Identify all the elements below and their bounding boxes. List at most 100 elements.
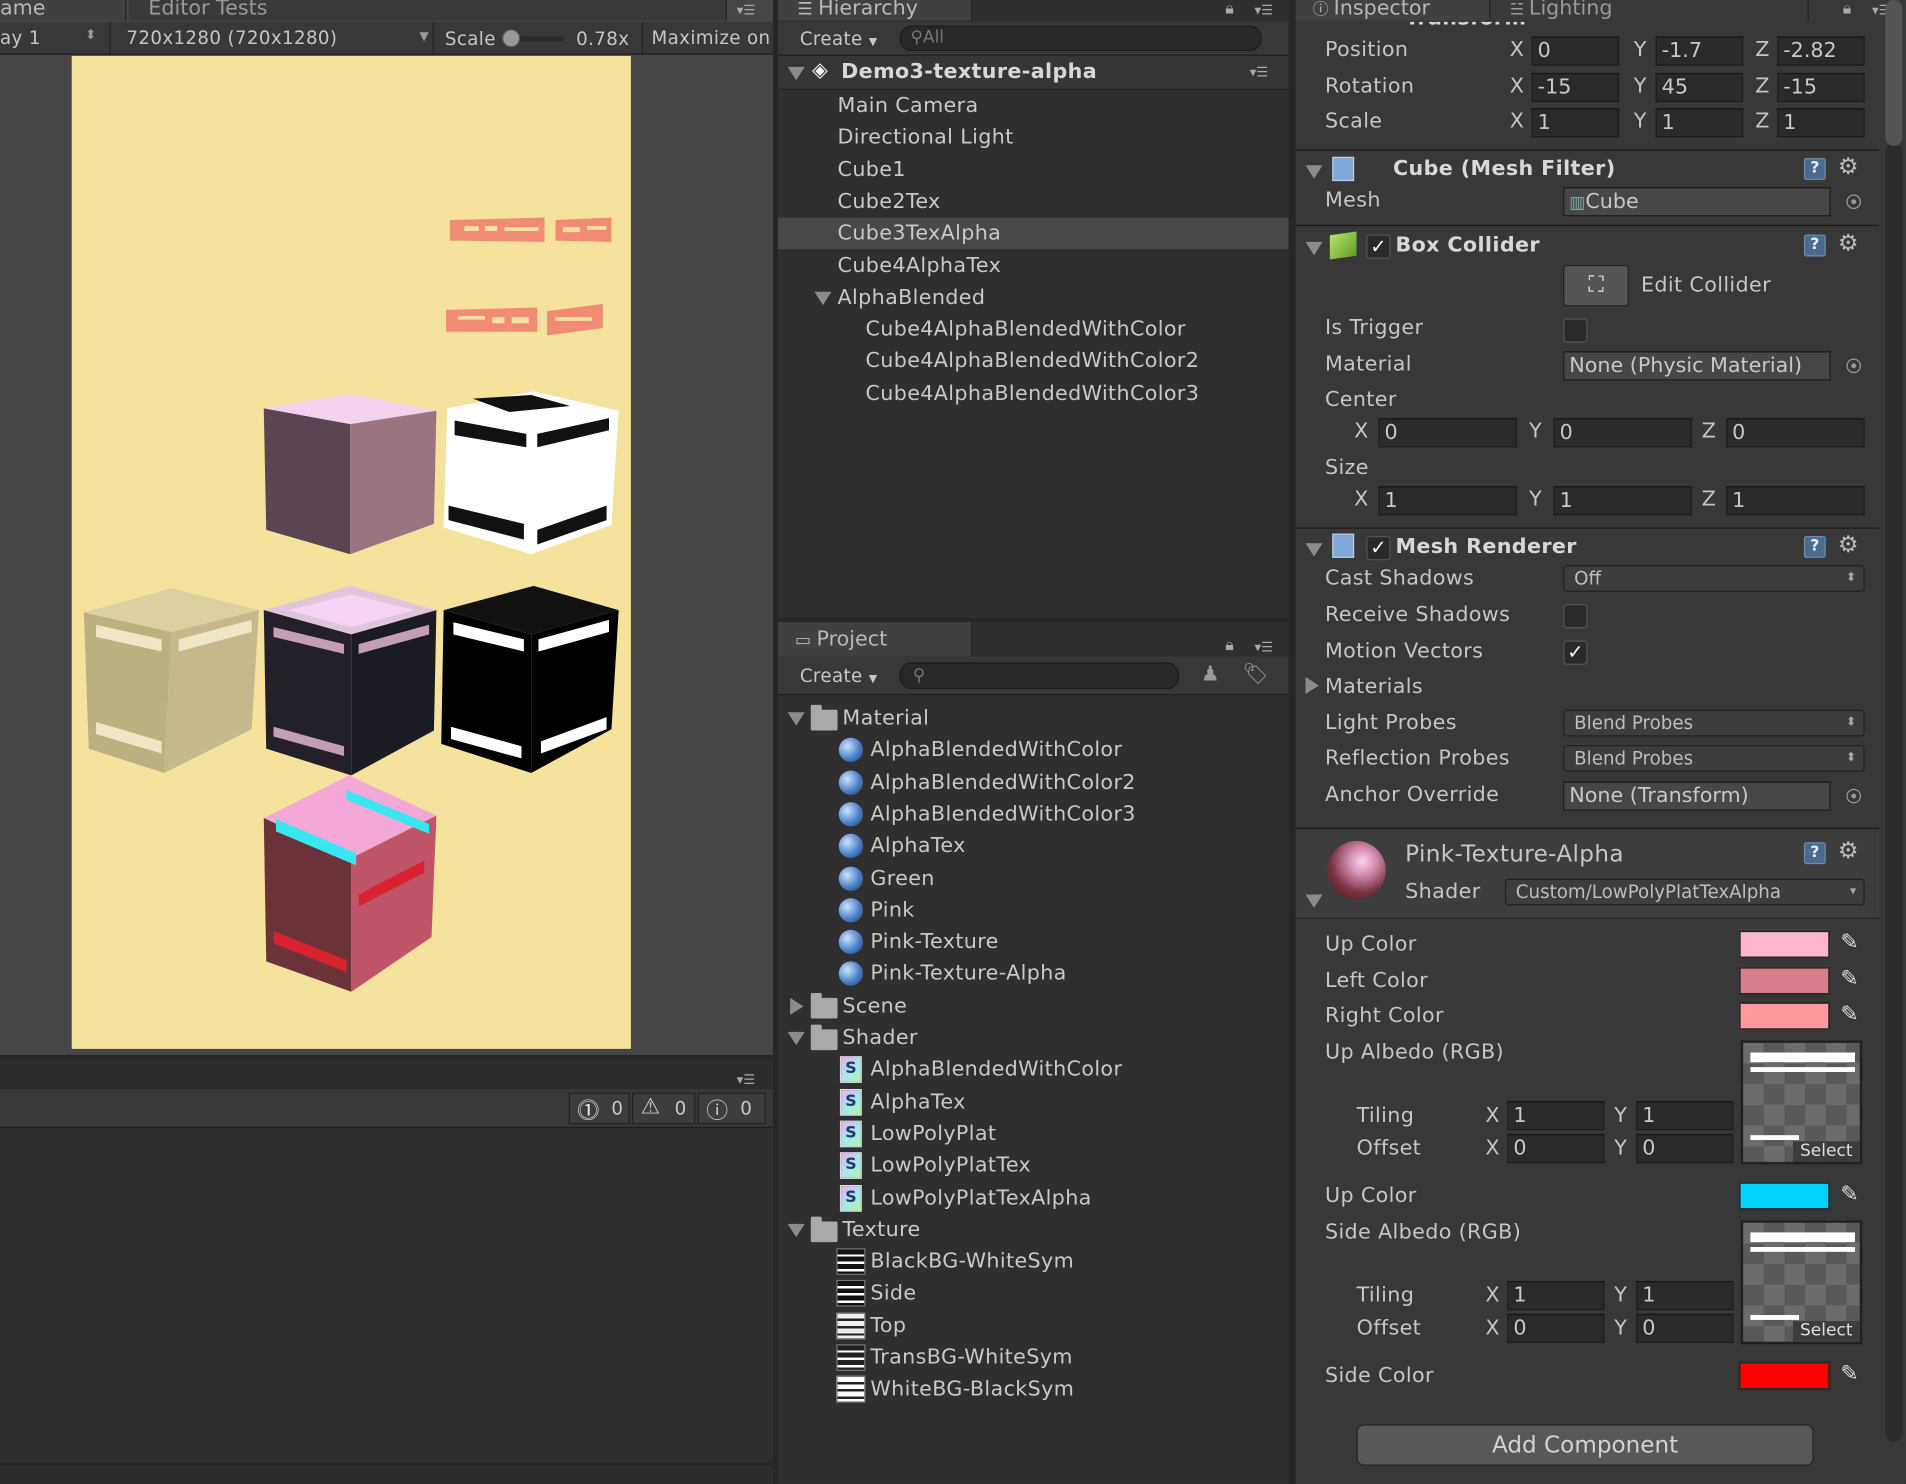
mesh-renderer-title[interactable]: Mesh Renderer (1395, 535, 1576, 559)
project-asset[interactable]: S AlphaBlendedWithColor (778, 1054, 1289, 1086)
game-viewport[interactable] (71, 55, 631, 1049)
gear-icon[interactable]: ⚙ (1838, 531, 1859, 558)
object-picker-icon[interactable] (1846, 194, 1862, 210)
up-tiling-x-field[interactable]: 1 (1507, 1101, 1605, 1131)
project-asset[interactable]: S AlphaTex (778, 1086, 1289, 1118)
project-folder[interactable]: Material (778, 702, 1289, 734)
project-asset[interactable]: AlphaBlendedWithColor2 (778, 766, 1289, 798)
resolution-select[interactable]: 720x1280 (720x1280) (126, 27, 337, 49)
project-asset[interactable]: Top (778, 1310, 1289, 1342)
select-texture-button[interactable]: Select (1792, 1321, 1860, 1342)
collider-material-field[interactable]: None (Physic Material) (1563, 351, 1831, 381)
panel-menu-icon[interactable]: ▾☰ (737, 4, 756, 17)
project-asset[interactable]: BlackBG-WhiteSym (778, 1246, 1289, 1278)
project-asset[interactable]: Pink-Texture-Alpha (778, 958, 1289, 990)
rotation-x-field[interactable]: -15 (1531, 72, 1620, 102)
object-picker-icon[interactable] (1846, 788, 1862, 804)
project-asset[interactable]: S LowPolyPlat (778, 1118, 1289, 1150)
box-collider-title[interactable]: Box Collider (1395, 233, 1539, 257)
project-folder[interactable]: Scene (778, 990, 1289, 1022)
tab-hierarchy[interactable]: ☰ Hierarchy (777, 0, 973, 21)
scale-slider-knob[interactable] (502, 29, 521, 48)
panel-menu-icon[interactable]: ▾☰ (1254, 641, 1273, 654)
lock-icon[interactable]: 🔒︎ (1225, 0, 1233, 18)
motion-vectors-checkbox[interactable]: ✓ (1563, 640, 1588, 665)
material-preview-sphere[interactable] (1327, 841, 1386, 900)
project-asset[interactable]: Pink-Texture (778, 926, 1289, 958)
search-by-type-icon[interactable]: ♟ (1201, 662, 1220, 686)
side-albedo-texture-slot[interactable]: Select (1740, 1220, 1863, 1345)
materials-foldout[interactable]: Materials (1325, 675, 1423, 699)
position-x-field[interactable]: 0 (1531, 36, 1620, 66)
up-tiling-y-field[interactable]: 1 (1636, 1101, 1734, 1131)
side-color-swatch[interactable] (1738, 1361, 1831, 1391)
console-warning-toggle[interactable]: ⚠ 0 (632, 1092, 696, 1125)
hierarchy-item[interactable]: Cube4AlphaTex (778, 250, 1289, 282)
inspector-scrollbar[interactable] (1885, 143, 1903, 1442)
expand-triangle-icon[interactable] (787, 66, 805, 81)
reflection-probes-dropdown[interactable]: Blend Probes ⬍ (1563, 745, 1865, 772)
eyedropper-icon[interactable]: ✎ (1840, 1361, 1858, 1387)
project-asset[interactable]: AlphaBlendedWithColor (778, 734, 1289, 766)
lock-icon[interactable]: 🔒︎ (1843, 0, 1851, 18)
hierarchy-item[interactable]: Directional Light (778, 122, 1289, 154)
console-error-toggle[interactable]: ⓵ 0 (568, 1092, 630, 1125)
tab-editor-tests[interactable]: Editor Tests (128, 0, 727, 21)
side-offset-y-field[interactable]: 0 (1636, 1313, 1734, 1344)
center-y-field[interactable]: 0 (1553, 418, 1693, 448)
scale-y-field[interactable]: 1 (1655, 108, 1744, 138)
project-folder[interactable]: Texture (778, 1214, 1289, 1246)
project-asset[interactable]: TransBG-WhiteSym (778, 1342, 1289, 1374)
eyedropper-icon[interactable]: ✎ (1840, 1001, 1858, 1027)
lock-icon[interactable]: 🔒︎ (1225, 637, 1233, 655)
right-color-swatch[interactable] (1738, 1001, 1831, 1031)
tab-lighting[interactable]: ☱ Lighting (1492, 0, 1809, 21)
side-offset-x-field[interactable]: 0 (1507, 1313, 1605, 1344)
rotation-y-field[interactable]: 45 (1655, 72, 1744, 102)
hierarchy-search-input[interactable]: ⚲All (899, 25, 1262, 52)
hierarchy-child-item[interactable]: Cube4AlphaBlendedWithColor3 (778, 378, 1289, 410)
side-tiling-x-field[interactable]: 1 (1507, 1281, 1605, 1311)
light-probes-dropdown[interactable]: Blend Probes ⬍ (1563, 709, 1865, 737)
project-asset[interactable]: AlphaBlendedWithColor3 (778, 798, 1289, 830)
collapse-triangle-icon[interactable] (1305, 543, 1323, 557)
scene-menu-icon[interactable]: ▾☰ (1250, 66, 1269, 79)
project-asset[interactable]: Pink (778, 894, 1289, 926)
tab-inspector[interactable]: ⓘ Inspector (1295, 0, 1491, 21)
up-color-2-swatch[interactable] (1738, 1181, 1831, 1211)
panel-menu-icon[interactable]: ▾☰ (1254, 4, 1273, 17)
size-y-field[interactable]: 1 (1553, 486, 1693, 516)
help-icon[interactable]: ? (1803, 842, 1826, 865)
project-asset[interactable]: Green (778, 862, 1289, 894)
hierarchy-create-button[interactable]: Create ▼ (800, 28, 878, 50)
cast-shadows-dropdown[interactable]: Off ⬍ (1563, 565, 1865, 592)
rotation-z-field[interactable]: -15 (1777, 72, 1865, 102)
up-color-swatch[interactable] (1738, 929, 1831, 959)
maximize-on-play-button[interactable]: Maximize on (652, 27, 771, 49)
size-x-field[interactable]: 1 (1378, 486, 1518, 516)
object-picker-icon[interactable] (1846, 358, 1862, 374)
expand-triangle-icon[interactable] (814, 291, 832, 305)
add-component-button[interactable]: Add Component (1356, 1424, 1814, 1466)
gear-icon[interactable]: ⚙ (1838, 230, 1859, 257)
hierarchy-item[interactable]: Cube3TexAlpha (778, 218, 1289, 250)
scale-x-field[interactable]: 1 (1531, 108, 1620, 138)
hierarchy-item[interactable]: Main Camera (778, 90, 1289, 122)
center-x-field[interactable]: 0 (1378, 418, 1518, 448)
expand-triangle-icon[interactable] (1305, 676, 1319, 694)
panel-menu-icon[interactable]: ▾☰ (737, 1073, 756, 1086)
up-offset-y-field[interactable]: 0 (1636, 1133, 1734, 1164)
hierarchy-item[interactable]: Cube1 (778, 154, 1289, 186)
receive-shadows-checkbox[interactable] (1563, 604, 1588, 629)
expand-triangle-icon[interactable] (787, 1031, 805, 1046)
shader-dropdown[interactable]: Custom/LowPolyPlatTexAlpha ▾ (1504, 878, 1865, 906)
display-select[interactable]: ay 1 (0, 27, 41, 49)
mesh-field[interactable]: ▥Cube (1563, 187, 1831, 217)
scale-z-field[interactable]: 1 (1777, 108, 1865, 138)
inspector-scrollbar-thumb[interactable] (1885, 0, 1903, 146)
help-icon[interactable]: ? (1803, 535, 1826, 558)
transform-header[interactable]: Transform (1296, 22, 1879, 32)
eyedropper-icon[interactable]: ✎ (1840, 1181, 1858, 1207)
gear-icon[interactable]: ⚙ (1838, 837, 1859, 864)
project-asset[interactable]: S LowPolyPlatTex (778, 1150, 1289, 1182)
